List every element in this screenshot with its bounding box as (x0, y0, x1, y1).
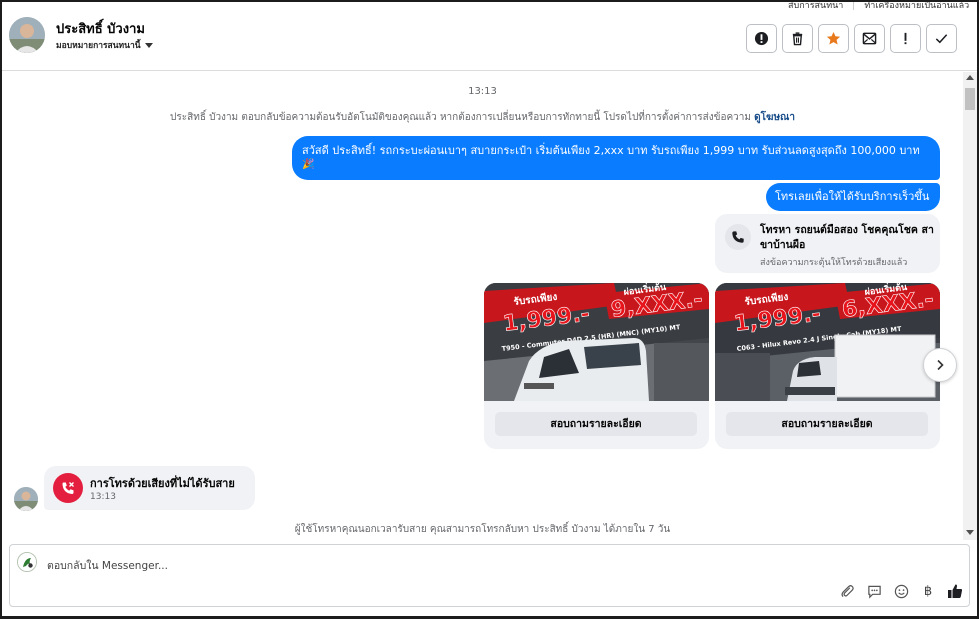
product-card-2[interactable]: รับรถเพียง 1,999.- ผ่อนเริ่มต้น 6,XXX.- … (715, 283, 940, 449)
emoji-button[interactable] (893, 583, 909, 599)
missed-call-icon (53, 473, 83, 503)
missed-call-title: การโทรด้วยเสียงที่ไม่ได้รับสาย (90, 477, 235, 490)
product-image-van: รับรถเพียง 1,999.- ผ่อนเริ่มต้น 9,XXX.- … (484, 283, 709, 401)
view-ad-link[interactable]: ดูโฆษณา (754, 112, 795, 123)
reply-input[interactable]: ตอบกลับใน Messenger... (47, 557, 168, 574)
composer-tools: ฿ (839, 583, 963, 599)
done-button[interactable] (926, 24, 957, 53)
attach-icon (840, 584, 854, 597)
star-button[interactable] (818, 24, 849, 53)
baht-icon: ฿ (923, 583, 933, 599)
contact-name[interactable]: ประสิทธิ์ บัวงาม (56, 18, 145, 39)
ask-details-button[interactable]: สอบถามรายละเอียด (495, 412, 697, 436)
conversation-actions (746, 24, 957, 53)
saved-reply-icon (867, 585, 881, 599)
star-icon (826, 31, 841, 45)
carousel-next-button[interactable] (923, 348, 957, 382)
thread-scrollbar[interactable] (963, 72, 977, 540)
tooltip-item-2: ทำเครื่องหมายเป็นอ่านแล้ว (864, 2, 970, 11)
action-tooltip: สิบการสนทนา ทำเครื่องหมายเป็นอ่านแล้ว (788, 2, 978, 12)
call-card-title: โทรหา รถยนต์มือสอง โชคคุณโชค สาขาบ้านผือ (760, 224, 934, 251)
chevron-right-icon (937, 359, 944, 371)
outgoing-message-1[interactable]: สวัสดี ประสิทธิ์! รถกระบะผ่อนเบาๆ สบายกร… (292, 136, 940, 180)
spam-button[interactable] (746, 24, 777, 53)
follow-up-button[interactable] (890, 24, 921, 53)
product-image-truck: รับรถเพียง 1,999.- ผ่อนเริ่มต้น 6,XXX.- … (715, 283, 940, 401)
outgoing-message-2[interactable]: โทรเลยเพื่อให้ได้รับบริการเร็วขึ้น (766, 183, 940, 211)
scroll-thumb[interactable] (965, 88, 975, 110)
delete-button[interactable] (782, 24, 813, 53)
tooltip-item-1: สิบการสนทนา (788, 2, 855, 11)
missed-call-card[interactable]: การโทรด้วยเสียงที่ไม่ได้รับสาย 13:13 (44, 466, 255, 510)
timestamp-separator: 13:13 (468, 86, 497, 97)
call-card-subtitle: ส่งข้อความกระตุ้นให้โทรด้วยเสียงแล้ว (760, 258, 908, 268)
follow-up-icon (904, 32, 907, 45)
spam-icon (754, 31, 769, 46)
page-avatar (17, 552, 37, 572)
done-icon (935, 34, 948, 44)
scroll-up-arrow[interactable] (966, 75, 974, 80)
system-note: ประสิทธิ์ บัวงาม ตอบกลับข้อความต้อนรับอั… (2, 110, 963, 125)
callback-note: ผู้ใช้โทรหาคุณนอกเวลารับสาย คุณสามารถโทร… (294, 524, 671, 535)
assign-label: มอบหมายการสนทนานี้ (56, 41, 141, 51)
mark-unread-button[interactable] (854, 24, 885, 53)
saved-replies-button[interactable] (866, 583, 882, 599)
conversation-header: ประสิทธิ์ บัวงาม มอบหมายการสนทนานี้ สิบก… (2, 2, 977, 71)
payment-button[interactable]: ฿ (920, 583, 936, 599)
reply-composer: ตอบกลับใน Messenger... ฿ (9, 544, 970, 607)
phone-icon (725, 224, 751, 250)
call-button-card[interactable]: โทรหา รถยนต์มือสอง โชคคุณโชค สาขาบ้านผือ… (715, 214, 940, 273)
emoji-icon (894, 584, 908, 598)
ask-details-button[interactable]: สอบถามรายละเอียด (726, 412, 928, 436)
missed-call-time: 13:13 (90, 492, 116, 502)
caret-down-icon (144, 42, 153, 48)
party-emoji: 🎉 (302, 159, 315, 170)
like-icon (948, 584, 963, 598)
scroll-down-arrow[interactable] (966, 530, 974, 535)
like-button[interactable] (947, 583, 963, 599)
mark-unread-icon (862, 32, 877, 45)
contact-avatar[interactable] (9, 17, 45, 53)
message-thread: 13:13 ประสิทธิ์ บัวงาม ตอบกลับข้อความต้อ… (2, 72, 963, 540)
assign-conversation-dropdown[interactable]: มอบหมายการสนทนานี้ (56, 38, 153, 52)
attach-button[interactable] (839, 583, 855, 599)
trash-icon (792, 32, 803, 46)
product-card-1[interactable]: รับรถเพียง 1,999.- ผ่อนเริ่มต้น 9,XXX.- … (484, 283, 709, 449)
message-text: สวัสดี ประสิทธิ์! รถกระบะผ่อนเบาๆ สบายกร… (302, 144, 920, 157)
system-note-text: ประสิทธิ์ บัวงาม ตอบกลับข้อความต้อนรับอั… (170, 112, 751, 123)
sender-avatar[interactable] (14, 487, 38, 511)
